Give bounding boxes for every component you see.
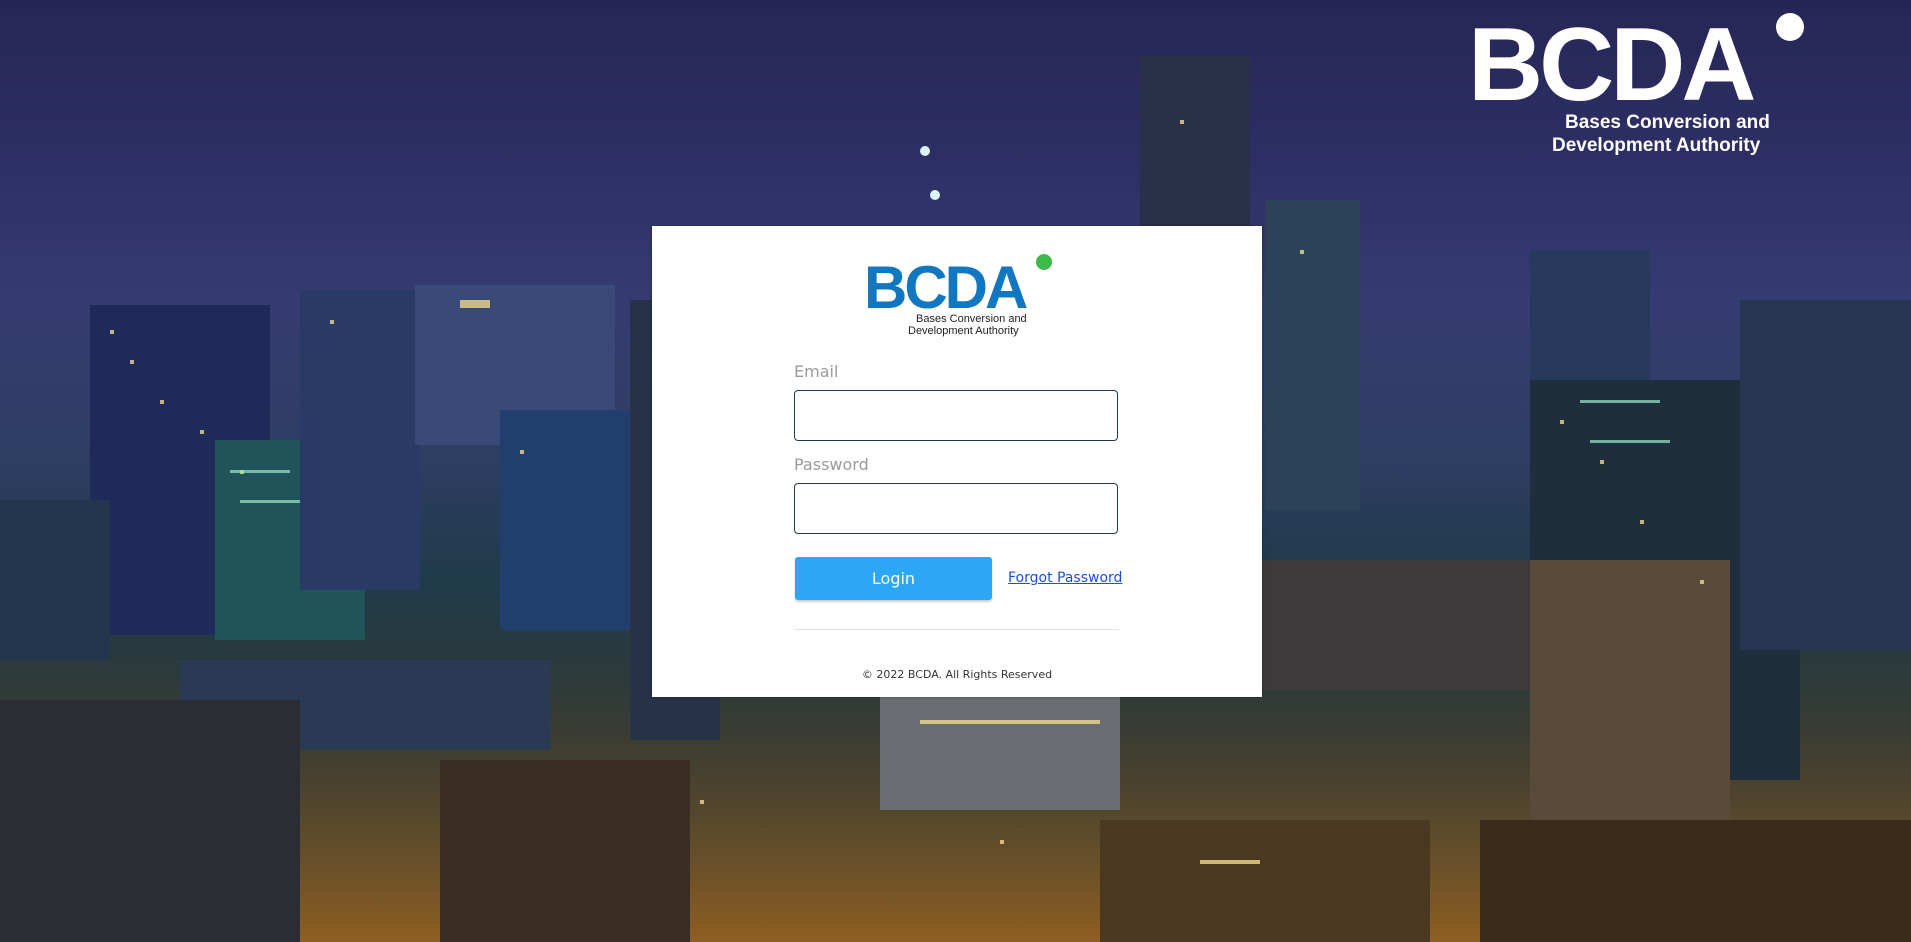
email-label: Email: [794, 362, 839, 381]
svg-text:Development Authority: Development Authority: [1552, 135, 1761, 156]
email-input[interactable]: [794, 390, 1118, 441]
login-card: BCDA Bases Conversion and Development Au…: [652, 226, 1262, 697]
forgot-password-link[interactable]: Forgot Password: [1008, 570, 1122, 586]
password-input[interactable]: [794, 483, 1118, 534]
password-label: Password: [794, 455, 869, 474]
logo-green-dot: [1036, 254, 1052, 270]
bcda-logo-wordmark: BCDA: [864, 254, 1027, 321]
login-button[interactable]: Login: [795, 557, 992, 600]
svg-text:BCDA: BCDA: [1468, 10, 1754, 123]
bcda-logo-line2: Development Authority: [908, 325, 1019, 337]
corner-bcda-logo: BCDA Bases Conversion and Development Au…: [1468, 10, 1804, 156]
divider: [794, 629, 1119, 630]
copyright-text: © 2022 BCDA. All Rights Reserved: [861, 668, 1053, 681]
svg-text:Bases Conversion and: Bases Conversion and: [1565, 112, 1770, 133]
bcda-logo: BCDA Bases Conversion and Development Au…: [864, 254, 1052, 337]
bcda-logo-line1: Bases Conversion and: [916, 313, 1027, 325]
